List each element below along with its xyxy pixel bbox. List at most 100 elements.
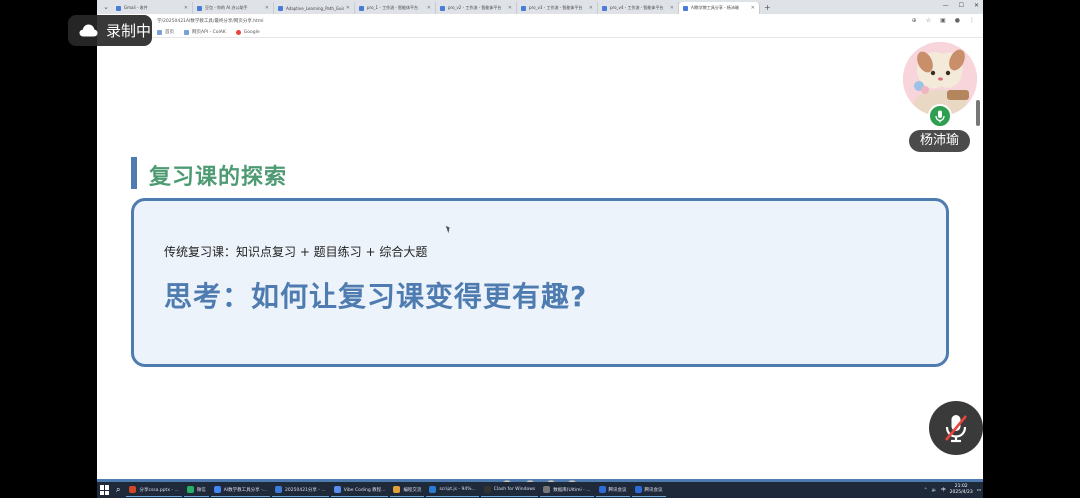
app-icon — [429, 486, 437, 493]
speaker-icon[interactable]: 🔈 — [932, 488, 938, 493]
zoom-icon[interactable]: ⊕ — [912, 17, 917, 24]
tab-title: pro_v2 - 工作流 - 智能体平台 — [448, 5, 502, 10]
windows-taskbar: ⌕ 分享cssa.pptx - ... 微信 AI数学教工具分享 -... 20250… — [97, 482, 983, 498]
callout-text-traditional: 传统复习课：知识点复习 + 题目练习 + 综合大题 — [164, 245, 428, 259]
browser-tab[interactable]: pro_v2 - 工作流 - 智能体平台 ✕ — [436, 2, 517, 14]
tab-favicon-icon — [116, 5, 121, 11]
minimize-icon[interactable]: — — [943, 2, 949, 9]
taskbar-app-label: AI数学教工具分享 -... — [223, 487, 268, 493]
microphone-off-icon — [945, 415, 967, 443]
tab-title: Gmail - 收件 — [124, 5, 148, 10]
taskbar-app-label: 数据库(Ultimi - ... — [553, 487, 591, 493]
taskbar-app[interactable]: Vibe Coding 教程... — [330, 483, 389, 497]
taskbar-app[interactable]: 20250421分享 - ... — [272, 483, 329, 497]
close-window-icon[interactable]: ✕ — [974, 2, 979, 9]
page-scrollbar[interactable] — [976, 100, 980, 126]
tab-close-icon[interactable]: ✕ — [508, 5, 512, 11]
app-icon — [129, 486, 137, 493]
browser-tab[interactable]: AI数学教工具分享 - 杨沛瑜 ✕ — [679, 2, 760, 14]
app-icon — [393, 486, 401, 493]
mute-toggle-button[interactable] — [929, 401, 983, 455]
address-bar[interactable]: 学/20250421AI数学教工具/最终分享/网页分享.html ⊕ ☆ ▣ ●… — [97, 14, 983, 27]
tab-favicon-icon — [197, 5, 202, 11]
app-icon — [333, 486, 341, 493]
browser-tab[interactable]: pro_v4 - 工作流 - 智能体平台 ✕ — [598, 2, 679, 14]
bookmark-item-colak[interactable]: 网页API - ColAK — [184, 29, 226, 35]
microphone-icon — [935, 110, 945, 122]
taskbar-app[interactable]: 数据库(Ultimi - ... — [540, 483, 594, 497]
input-language[interactable]: 中 — [941, 487, 946, 493]
new-tab-icon[interactable]: + — [764, 3, 771, 12]
participant-name: 杨沛瑜 — [909, 130, 970, 152]
recording-indicator[interactable]: 录制中 — [68, 15, 152, 46]
tab-favicon-icon — [440, 5, 445, 11]
taskbar-app[interactable]: 腾讯会议 — [631, 483, 666, 497]
taskbar-app-label: script.js - 94%... — [439, 487, 476, 492]
slide-content: 复习课的探索 传统复习课：知识点复习 + 题目练习 + 综合大题 思考：如何让复… — [97, 38, 983, 480]
title-accent-bar — [131, 157, 137, 189]
browser-tab[interactable]: Gmail - 收件 ✕ — [112, 2, 193, 14]
participant-mic-icon — [928, 104, 952, 128]
bookmarks-bar: 首页 网页API - ColAK Google — [97, 27, 983, 38]
tab-title: pro_1 - 工作流 - 智能体平台 — [367, 5, 419, 10]
taskbar-app-label: Clash for Windows — [493, 487, 536, 492]
taskbar-app[interactable]: script.js - 94%... — [426, 483, 479, 497]
screen-share-view: ⌄ Gmail - 收件 ✕ 豆包 - 你的 AI 办公助手 ✕ Adaptive_Le… — [97, 0, 983, 498]
star-icon[interactable]: ☆ — [926, 17, 931, 24]
notification-icon[interactable]: ▭ — [977, 488, 981, 493]
app-icon — [598, 486, 606, 493]
tab-close-icon[interactable]: ✕ — [346, 5, 350, 11]
app-icon — [483, 486, 491, 493]
tab-title: 豆包 - 你的 AI 办公助手 — [205, 5, 248, 10]
app-icon — [186, 486, 194, 493]
tab-list-chevron-icon[interactable]: ⌄ — [100, 2, 112, 12]
menu-icon[interactable]: ⋮ — [969, 17, 975, 24]
bookmark-item-home[interactable]: 首页 — [157, 29, 174, 35]
tab-title: pro_v3 - 工作流 - 智能体平台 — [529, 5, 583, 10]
tab-title: Adaptive_Learning_Path_Guid... — [286, 5, 344, 11]
tray-chevron-icon[interactable]: ⌃ — [924, 488, 928, 493]
tab-close-icon[interactable]: ✕ — [670, 5, 674, 11]
tab-close-icon[interactable]: ✕ — [184, 5, 188, 11]
taskbar-app-label: Vibe Coding 教程... — [343, 487, 386, 493]
bookmark-icon — [184, 29, 189, 35]
google-icon — [235, 29, 241, 35]
taskbar-app[interactable]: 腾讯会议 — [595, 483, 630, 497]
tab-title: AI数学教工具分享 - 杨沛瑜 — [691, 5, 739, 10]
taskbar-app[interactable]: 微信 — [183, 483, 209, 497]
taskbar-app[interactable]: 分享cssa.pptx - ... — [126, 483, 182, 497]
taskbar-app-label: 腾讯会议 — [608, 487, 627, 493]
app-icon — [543, 486, 551, 493]
search-icon[interactable]: ⌕ — [116, 485, 120, 495]
tab-close-icon[interactable]: ✕ — [265, 5, 269, 11]
browser-tab[interactable]: pro_v3 - 工作流 - 智能体平台 ✕ — [517, 2, 598, 14]
cloud-icon — [79, 24, 98, 37]
system-clock[interactable]: 21:02 2025/4/23 — [950, 484, 973, 496]
windows-start-icon[interactable] — [100, 485, 110, 495]
tab-favicon-icon — [278, 5, 283, 11]
app-icon — [275, 486, 283, 493]
maximize-icon[interactable]: ☐ — [959, 2, 964, 9]
slide-title: 复习课的探索 — [149, 165, 288, 190]
taskbar-app-label: 分享cssa.pptx - ... — [139, 487, 179, 493]
bookmark-item-google[interactable]: Google — [235, 29, 260, 35]
address-text: 学/20250421AI数学教工具/最终分享/网页分享.html — [157, 18, 264, 24]
browser-tab[interactable]: 豆包 - 你的 AI 办公助手 ✕ — [193, 2, 274, 14]
tabs-container: Gmail - 收件 ✕ 豆包 - 你的 AI 办公助手 ✕ Adaptive_Lear… — [112, 0, 760, 14]
recording-label: 录制中 — [106, 22, 152, 40]
tab-close-icon[interactable]: ✕ — [589, 5, 593, 11]
extensions-icon[interactable]: ▣ — [940, 17, 946, 24]
tab-close-icon[interactable]: ✕ — [427, 5, 431, 11]
callout-text-question: 思考：如何让复习课变得更有趣? — [164, 280, 588, 313]
app-icon — [634, 486, 642, 493]
taskbar-app[interactable]: Clash for Windows — [480, 483, 539, 497]
tab-close-icon[interactable]: ✕ — [751, 5, 755, 11]
system-tray: ⌃ 🔈 中 21:02 2025/4/23 ▭ — [924, 482, 981, 498]
browser-tab[interactable]: Adaptive_Learning_Path_Guid... ✕ — [274, 2, 355, 14]
taskbar-app-label: 编程交流 — [403, 487, 422, 493]
profile-icon[interactable]: ● — [955, 17, 960, 24]
taskbar-app[interactable]: 编程交流 — [390, 483, 425, 497]
browser-tab[interactable]: pro_1 - 工作流 - 智能体平台 ✕ — [355, 2, 436, 14]
taskbar-app[interactable]: AI数学教工具分享 -... — [210, 483, 271, 497]
tab-favicon-icon — [683, 5, 688, 11]
